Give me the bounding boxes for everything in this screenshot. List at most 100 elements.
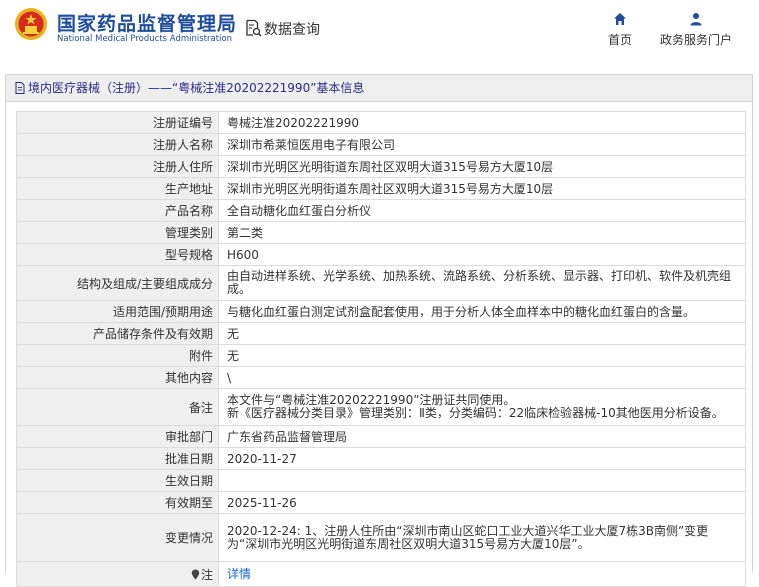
field-label-text: 产品储存条件及有效期 xyxy=(92,327,213,341)
field-label-text: 注 xyxy=(200,567,213,582)
details-link[interactable]: 详情 xyxy=(227,567,737,581)
field-label-text: 注册人住所 xyxy=(152,160,213,174)
table-row-registrant-address: 注册人住所 深圳市光明区光明街道东周社区双明大道315号易方大厦10层 xyxy=(16,156,746,178)
table-row-remarks: 备注 本文件与“粤械注准20202221990”注册证共同使用。 新《医疗器械分类目… xyxy=(16,389,746,426)
table-row-other-content: 其他内容 \ xyxy=(16,367,746,389)
field-label-text: 有效期至 xyxy=(164,496,213,510)
field-value-attachment: 无 xyxy=(219,345,746,366)
nav-home-label: 首页 xyxy=(607,33,632,47)
field-value-product-name: 全自动糖化血红蛋白分析仪 xyxy=(219,200,746,221)
table-row-reg-cert-no: 注册证编号 粤械注准20202221990 xyxy=(16,112,746,134)
field-value-line: 无 xyxy=(227,348,240,363)
field-label-text: 附件 xyxy=(188,349,213,363)
table-row-approval-department: 审批部门 广东省药品监督管理局 xyxy=(16,426,746,448)
field-label-approval-date: 批准日期 xyxy=(16,448,219,469)
field-value-line: 成。 xyxy=(227,282,252,296)
field-label-text: 其他内容 xyxy=(164,371,213,385)
field-label-text: 生产地址 xyxy=(164,182,213,196)
field-label-text: 生效日期 xyxy=(164,474,213,488)
field-label-storage-conditions: 产品储存条件及有效期 xyxy=(16,323,219,344)
field-value-change-history: 2020-12-24: 1、注册人住所由“深圳市南山区蛇口工业大道兴华工业大厦7… xyxy=(219,514,746,561)
table-row-model-spec: 型号规格 H600 xyxy=(16,244,746,266)
field-value-storage-conditions: 无 xyxy=(219,323,746,344)
field-value-line: \ xyxy=(227,370,232,385)
field-value-line: 深圳市希莱恒医用电子有限公司 xyxy=(227,137,396,152)
table-row-intended-use: 适用范围/预期用途 与糖化血红蛋白测定试剂盒配套使用，用于分析人体全血样本中的糖化… xyxy=(16,301,746,323)
field-label-structure-composition: 结构及组成/主要组成成分 xyxy=(16,266,219,300)
table-row-storage-conditions: 产品储存条件及有效期无 xyxy=(16,323,746,345)
table-row-product-name: 产品名称 全自动糖化血红蛋白分析仪 xyxy=(16,200,746,222)
field-label-registrant-name: 注册人名称 xyxy=(16,134,219,155)
field-value-line: 粤械注准20202221990 xyxy=(227,115,359,130)
field-label-intended-use: 适用范围/预期用途 xyxy=(16,301,219,322)
field-value-approval-date: 2020-11-27 xyxy=(219,448,746,469)
field-value-remarks: 本文件与“粤械注准20202221990”注册证共同使用。 新《医疗器械分类目录》… xyxy=(219,389,746,425)
field-value-line: H600 xyxy=(227,247,259,262)
table-row-attachment: 附件无 xyxy=(16,345,746,367)
field-label-text: 管理类别 xyxy=(164,226,213,240)
home-icon xyxy=(614,13,626,25)
field-label-approval-department: 审批部门 xyxy=(16,426,219,447)
field-value-line: 无 xyxy=(227,326,240,341)
field-value-line: 全自动糖化血红蛋白分析仪 xyxy=(227,203,372,218)
field-value-line: 为“深圳市光明区光明街道东周社区双明大道315号易方大厦10层”。 xyxy=(227,536,590,551)
detail-panel: 境内医疗器械（注册）——“粤械注准20202221990”基本信息 注册证编号粤… xyxy=(5,74,753,587)
field-label-production-address: 生产地址 xyxy=(16,178,219,199)
field-label-product-name: 产品名称 xyxy=(16,200,219,221)
field-label-attachment: 附件 xyxy=(16,345,219,366)
field-value-structure-composition: 由自动进样系统、光学系统、加热系统、流路系统、分析系统、显示器、打印机、软件及机… xyxy=(219,266,746,300)
field-value-production-address: 深圳市光明区光明街道东周社区双明大道315号易方大厦10层 xyxy=(219,178,746,199)
field-value-line: 第二类 xyxy=(227,225,264,240)
field-value-effective-date xyxy=(219,470,746,491)
field-label-registrant-address: 注册人住所 xyxy=(16,156,219,177)
field-value-note[interactable]: 详情 xyxy=(219,562,746,586)
data-query-link[interactable]: 数据查询 xyxy=(264,19,320,39)
site-header: 国家药品监督管理局 National Medical Products Admi… xyxy=(0,0,759,62)
field-label-change-history: 变更情况 xyxy=(16,514,219,561)
field-label-text: 产品名称 xyxy=(164,204,213,218)
nav-gov-service-portal[interactable]: 政务服务门户 xyxy=(655,12,737,48)
field-value-line: 由自动进样系统、光学系统、加热系统、流路系统、分析系统、显示器、打印机、软件及机… xyxy=(227,269,732,283)
field-label-remarks: 备注 xyxy=(16,389,219,425)
panel-title: 境内医疗器械（注册）——“粤械注准20202221990”基本信息 xyxy=(28,81,365,95)
field-label-other-content: 其他内容 xyxy=(16,367,219,388)
field-label-text: 适用范围/预期用途 xyxy=(112,305,213,319)
nav-home[interactable]: 首页 xyxy=(603,12,637,48)
panel-title-bar: 境内医疗器械（注册）——“粤械注准20202221990”基本信息 xyxy=(6,75,752,102)
field-value-model-spec: H600 xyxy=(219,244,746,265)
table-row-production-address: 生产地址 深圳市光明区光明街道东周社区双明大道315号易方大厦10层 xyxy=(16,178,746,200)
field-value-registrant-name: 深圳市希莱恒医用电子有限公司 xyxy=(219,134,746,155)
table-row-change-history: 变更情况 2020-12-24: 1、注册人住所由“深圳市南山区蛇口工业大道兴华工… xyxy=(16,514,746,562)
field-label-model-spec: 型号规格 xyxy=(16,244,219,265)
site-subtitle: National Medical Products Administration xyxy=(57,34,232,44)
field-label-reg-cert-no: 注册证编号 xyxy=(16,112,219,133)
field-value-line: 深圳市光明区光明街道东周社区双明大道315号易方大厦10层 xyxy=(227,181,554,196)
field-value-line: 与糖化血红蛋白测定试剂盒配套使用，用于分析人体全血样本中的糖化血红蛋白的含量。 xyxy=(227,304,696,319)
table-row-valid-until: 有效期至 2025-11-26 xyxy=(16,492,746,514)
national-emblem-icon xyxy=(15,8,47,40)
table-row-effective-date: 生效日期 xyxy=(16,470,746,492)
field-label-text: 变更情况 xyxy=(164,531,213,545)
field-label-text: 注册证编号 xyxy=(152,116,213,130)
field-label-text: 审批部门 xyxy=(164,430,213,444)
field-value-reg-cert-no: 粤械注准20202221990 xyxy=(219,112,746,133)
field-value-registrant-address: 深圳市光明区光明街道东周社区双明大道315号易方大厦10层 xyxy=(219,156,746,177)
table-row-approval-date: 批准日期 2020-11-27 xyxy=(16,448,746,470)
field-label-text: 注册人名称 xyxy=(152,138,213,152)
user-icon xyxy=(690,13,702,26)
site-title[interactable]: 国家药品监督管理局 xyxy=(57,9,237,36)
table-row-registrant-name: 注册人名称 深圳市希莱恒医用电子有限公司 xyxy=(16,134,746,156)
field-value-line: 2025-11-26 xyxy=(227,495,297,510)
document-icon xyxy=(15,82,25,94)
field-value-line: 2020-11-27 xyxy=(227,451,297,466)
field-label-effective-date: 生效日期 xyxy=(16,470,219,491)
field-label-text: 批准日期 xyxy=(164,452,213,466)
field-value-valid-until: 2025-11-26 xyxy=(219,492,746,513)
field-value-line: 广东省药品监督管理局 xyxy=(227,429,348,444)
field-value-line: 深圳市光明区光明街道东周社区双明大道315号易方大厦10层 xyxy=(227,159,554,174)
field-value-line: 2020-12-24: 1、注册人住所由“深圳市南山区蛇口工业大道兴华工业大厦7… xyxy=(227,523,709,538)
field-value-intended-use: 与糖化血红蛋白测定试剂盒配套使用，用于分析人体全血样本中的糖化血红蛋白的含量。 xyxy=(219,301,746,322)
nav-gov-label: 政务服务门户 xyxy=(659,33,732,47)
field-label-note: 注 xyxy=(16,562,219,586)
document-search-icon[interactable] xyxy=(244,19,262,37)
